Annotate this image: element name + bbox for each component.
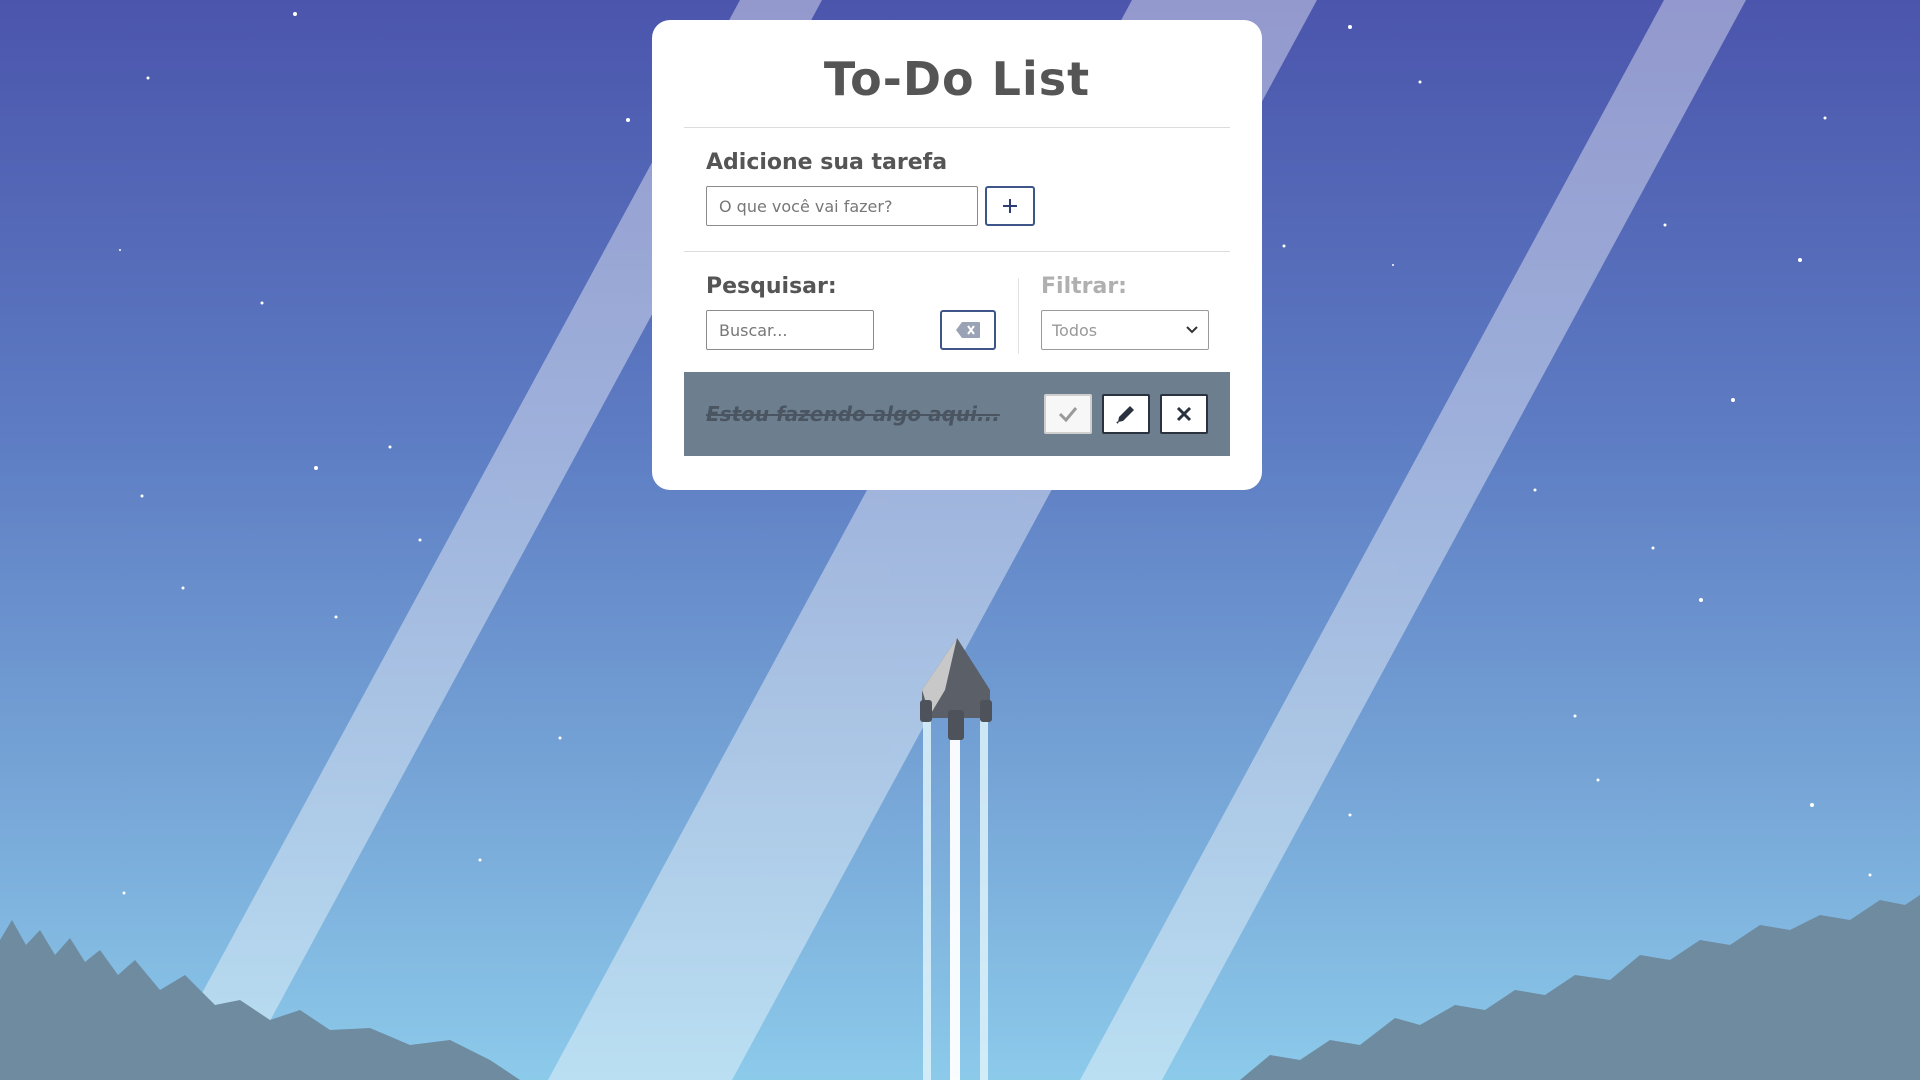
filter-block: Filtrar: Todos bbox=[1041, 274, 1209, 372]
chevron-down-icon bbox=[1186, 326, 1198, 334]
check-icon bbox=[1058, 407, 1078, 422]
add-task-label: Adicione sua tarefa bbox=[706, 150, 948, 175]
todo-text: Estou fazendo algo aqui... bbox=[706, 402, 1000, 426]
filter-select[interactable]: Todos bbox=[1041, 310, 1209, 350]
close-icon bbox=[1176, 406, 1192, 422]
edit-todo-button[interactable] bbox=[1102, 394, 1150, 434]
add-task-input[interactable] bbox=[706, 186, 978, 226]
search-block: Pesquisar: bbox=[706, 274, 1018, 372]
add-task-row bbox=[706, 186, 1230, 226]
page-title: To-Do List bbox=[823, 52, 1091, 106]
todo-card: To-Do List Adicione sua tarefa Pesquisar… bbox=[652, 20, 1262, 490]
backspace-icon bbox=[956, 322, 980, 338]
add-task-button[interactable] bbox=[985, 186, 1035, 226]
todo-actions bbox=[1044, 394, 1208, 434]
todo-item: Estou fazendo algo aqui... bbox=[684, 372, 1230, 456]
search-input[interactable] bbox=[706, 310, 874, 350]
filter-label: Filtrar: bbox=[1041, 274, 1127, 299]
plus-icon bbox=[1003, 199, 1017, 213]
complete-todo-button[interactable] bbox=[1044, 394, 1092, 434]
search-label: Pesquisar: bbox=[706, 274, 837, 299]
search-row bbox=[706, 310, 1018, 350]
pencil-icon bbox=[1116, 406, 1134, 424]
toolbar-separator bbox=[1018, 278, 1019, 354]
add-todo-form: Adicione sua tarefa bbox=[684, 128, 1230, 251]
toolbar: Pesquisar: Filtrar: Todos bbox=[684, 252, 1230, 372]
delete-todo-button[interactable] bbox=[1160, 394, 1208, 434]
rocket-illustration bbox=[920, 638, 992, 1080]
clear-search-button[interactable] bbox=[940, 310, 996, 350]
filter-selected-value: Todos bbox=[1052, 320, 1098, 340]
